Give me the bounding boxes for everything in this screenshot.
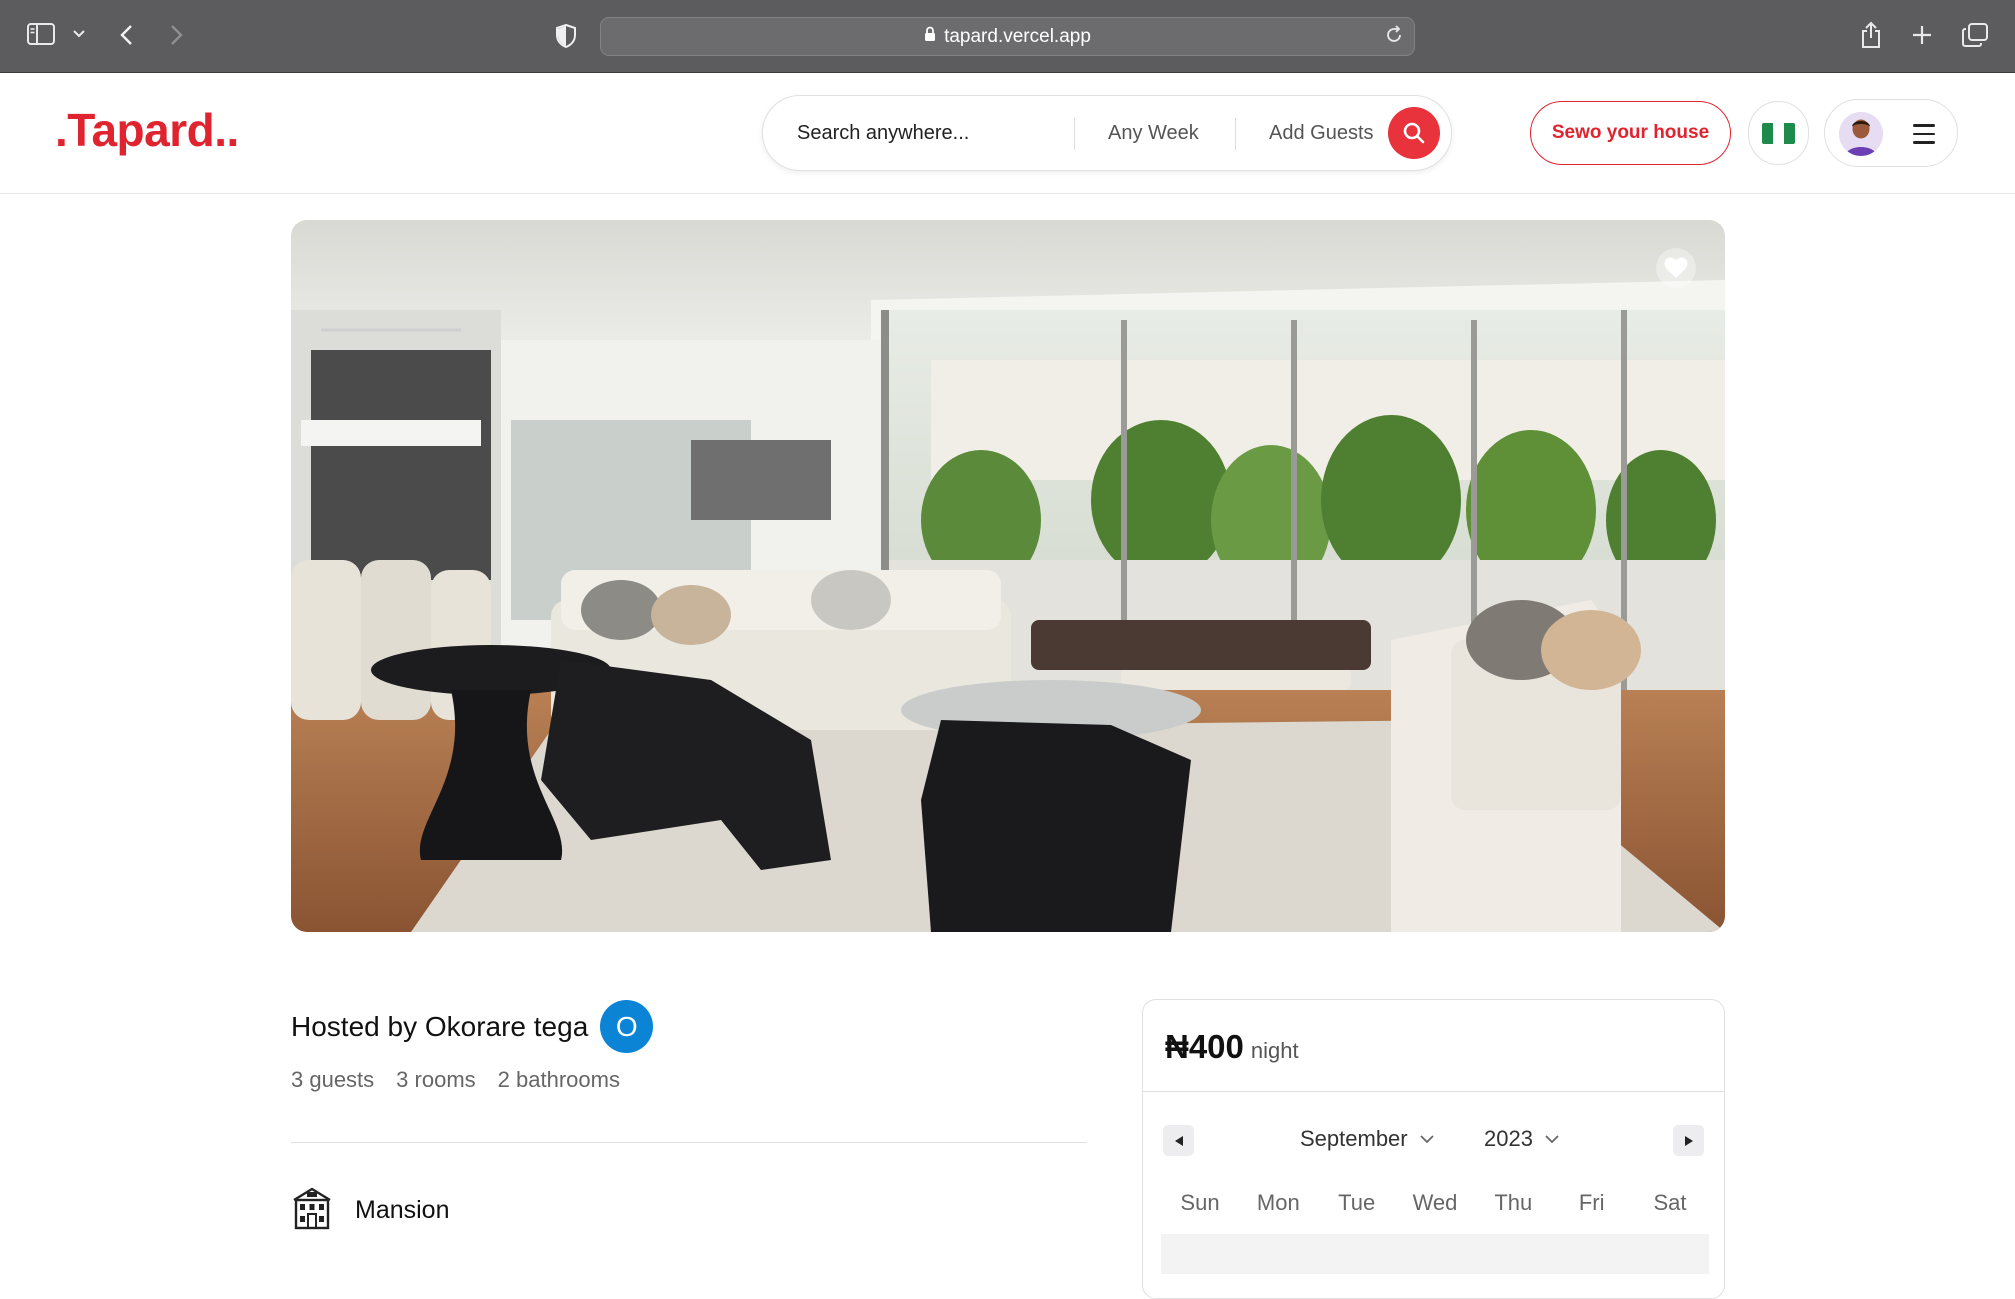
month-select[interactable]: September bbox=[1300, 1126, 1434, 1152]
nigeria-flag-icon bbox=[1762, 122, 1795, 144]
calendar-week-row[interactable] bbox=[1161, 1234, 1709, 1274]
search-divider bbox=[1235, 118, 1236, 150]
url-text: tapard.vercel.app bbox=[944, 25, 1091, 47]
weekday-label: Mon bbox=[1256, 1190, 1300, 1215]
search-icon bbox=[1403, 122, 1425, 144]
chevron-down-icon bbox=[1419, 1134, 1434, 1143]
back-icon[interactable] bbox=[119, 24, 133, 46]
language-button[interactable] bbox=[1748, 101, 1809, 165]
search-bar[interactable]: Search anywhere... Any Week Add Guests bbox=[762, 95, 1452, 171]
guests-count: 3 guests bbox=[291, 1067, 375, 1092]
caret-left-icon bbox=[1174, 1135, 1183, 1146]
weekday-label: Wed bbox=[1412, 1190, 1458, 1215]
rooms-count: 3 rooms bbox=[396, 1067, 476, 1092]
sidebar-icon[interactable] bbox=[27, 23, 55, 45]
lock-icon bbox=[924, 26, 936, 48]
reload-icon[interactable] bbox=[1384, 25, 1404, 51]
month-value: September bbox=[1300, 1126, 1408, 1151]
search-button[interactable] bbox=[1388, 107, 1440, 159]
brand-logo[interactable]: .Tapard.. bbox=[55, 103, 239, 157]
previous-month-button[interactable] bbox=[1163, 1125, 1194, 1156]
weekday-label: Sat bbox=[1653, 1190, 1687, 1215]
host-your-home-button[interactable]: Sewo your house bbox=[1530, 101, 1731, 165]
weekday-header: Sun Mon Tue Wed Thu Fri Sat bbox=[1161, 1190, 1709, 1216]
avatar bbox=[1839, 112, 1883, 156]
browser-toolbar: tapard.vercel.app bbox=[0, 0, 2015, 73]
weekday-label: Fri bbox=[1578, 1190, 1605, 1215]
year-select[interactable]: 2023 bbox=[1484, 1126, 1559, 1152]
mansion-icon bbox=[291, 1186, 333, 1235]
weekday-label: Thu bbox=[1494, 1190, 1533, 1215]
hamburger-icon bbox=[1913, 124, 1935, 150]
bathrooms-count: 2 bathrooms bbox=[497, 1067, 620, 1092]
site-header: .Tapard.. Search anywhere... Any Week Ad… bbox=[0, 73, 2015, 194]
forward-icon[interactable] bbox=[170, 24, 184, 46]
hosted-by-title: Hosted by Okorare tega bbox=[291, 1010, 589, 1042]
caret-right-icon bbox=[1684, 1135, 1693, 1146]
host-row: Hosted by Okorare tega O bbox=[291, 1000, 654, 1053]
new-tab-icon[interactable] bbox=[1912, 25, 1932, 45]
favorite-button[interactable] bbox=[1656, 248, 1696, 288]
search-divider bbox=[1074, 118, 1075, 150]
section-divider bbox=[291, 1142, 1087, 1143]
year-value: 2023 bbox=[1484, 1126, 1533, 1151]
nightly-price: ₦400 bbox=[1165, 1028, 1244, 1065]
search-guests-field[interactable]: Add Guests bbox=[1269, 122, 1374, 145]
tabs-overview-icon[interactable] bbox=[1962, 23, 1988, 47]
listing-specs: 3 guests 3 rooms 2 bathrooms bbox=[291, 1067, 642, 1093]
weekday-label: Tue bbox=[1338, 1190, 1376, 1215]
category-row: Mansion bbox=[291, 1186, 450, 1235]
listing-photo[interactable] bbox=[291, 220, 1725, 932]
weekday-label: Sun bbox=[1180, 1190, 1220, 1215]
share-icon[interactable] bbox=[1860, 21, 1882, 49]
address-bar[interactable]: tapard.vercel.app bbox=[600, 17, 1415, 56]
price-unit: night bbox=[1250, 1038, 1299, 1063]
chevron-down-icon[interactable] bbox=[73, 30, 85, 38]
booking-card: ₦400 night September 2023 Sun Mon Tue We… bbox=[1142, 999, 1725, 1299]
search-location-field[interactable]: Search anywhere... bbox=[797, 122, 969, 145]
user-menu-button[interactable] bbox=[1824, 99, 1958, 167]
heart-icon bbox=[1664, 257, 1688, 278]
category-label: Mansion bbox=[355, 1196, 450, 1224]
price-row: ₦400 night bbox=[1165, 1028, 1299, 1066]
shield-icon[interactable] bbox=[556, 24, 576, 48]
card-divider bbox=[1143, 1091, 1724, 1092]
host-avatar-badge[interactable]: O bbox=[600, 1000, 654, 1053]
chevron-down-icon bbox=[1545, 1134, 1559, 1143]
next-month-button[interactable] bbox=[1673, 1125, 1704, 1156]
search-date-field[interactable]: Any Week bbox=[1108, 122, 1199, 145]
